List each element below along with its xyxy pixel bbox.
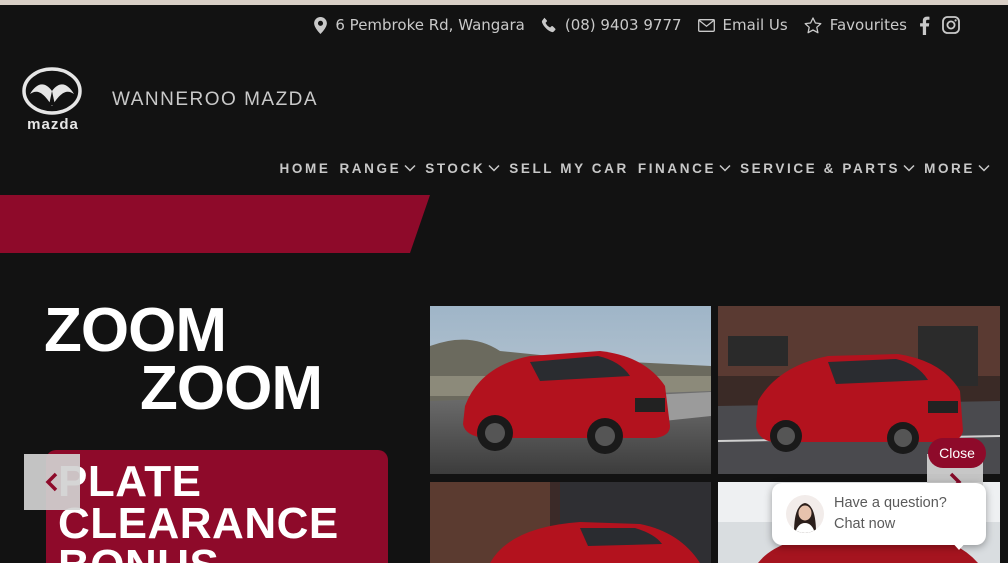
chat-widget[interactable]: Have a question? Chat now xyxy=(772,483,986,545)
nav-item-range[interactable]: RANGE xyxy=(339,158,416,178)
chevron-down-icon xyxy=(978,164,990,172)
hero-headline-line2: ZOOM xyxy=(140,354,323,423)
email-text: Email Us xyxy=(722,16,788,34)
nav-label: STOCK xyxy=(425,160,486,176)
hero-headline-line1: ZOOM xyxy=(44,296,227,365)
address-text: 6 Pembroke Rd, Wangara xyxy=(335,16,525,34)
phone-link[interactable]: (08) 9403 9777 xyxy=(541,16,682,34)
car-photo-image xyxy=(430,306,711,474)
nav-label: HOME xyxy=(279,160,331,176)
chat-prompt-line2: Chat now xyxy=(834,516,896,532)
promo-line2: CLEARANCE xyxy=(58,499,339,548)
nav-item-finance[interactable]: FINANCE xyxy=(638,158,731,178)
nav-label: FINANCE xyxy=(637,160,717,176)
hero-red-banner xyxy=(0,195,430,253)
chevron-down-icon xyxy=(404,164,416,172)
chat-prompt-line1: Have a question? xyxy=(834,495,947,511)
hero-photo-cx90 xyxy=(430,306,711,474)
nav-item-home[interactable]: HOME xyxy=(280,158,331,178)
promo-plate-card: PLATE CLEARANCE BONUS xyxy=(46,450,388,563)
instagram-icon xyxy=(942,16,960,34)
mazda-logo[interactable]: mazda xyxy=(16,66,90,136)
location-pin-icon xyxy=(314,16,328,34)
nav-label: RANGE xyxy=(339,160,402,176)
hero-photo-mazda3 xyxy=(430,482,711,563)
chat-bubble-tail xyxy=(950,540,968,550)
avatar-image xyxy=(786,495,824,533)
logo-wordmark: mazda xyxy=(27,116,79,133)
nav-label: SERVICE & PARTS xyxy=(740,160,901,176)
nav-item-stock[interactable]: STOCK xyxy=(425,158,500,178)
top-accent-strip xyxy=(0,0,1008,5)
main-nav: HOME RANGE STOCK SELL MY CAR FINANCE SER… xyxy=(271,158,990,178)
favourites-link[interactable]: Favourites xyxy=(804,16,907,34)
contact-bar: 6 Pembroke Rd, Wangara (08) 9403 9777 Em… xyxy=(298,12,960,38)
dealer-name[interactable]: WANNEROO MAZDA xyxy=(112,89,318,111)
chat-agent-avatar xyxy=(786,495,824,533)
promo-line3: BONUS xyxy=(58,544,219,563)
favourites-text: Favourites xyxy=(829,16,907,34)
address-link[interactable]: 6 Pembroke Rd, Wangara xyxy=(314,16,525,34)
chevron-down-icon xyxy=(488,164,500,172)
nav-item-service-parts[interactable]: SERVICE & PARTS xyxy=(740,158,915,178)
nav-item-sell-my-car[interactable]: SELL MY CAR xyxy=(509,158,629,178)
chevron-left-icon xyxy=(45,472,58,492)
nav-label: MORE xyxy=(924,160,975,176)
nav-item-more[interactable]: MORE xyxy=(924,158,990,178)
phone-text: (08) 9403 9777 xyxy=(564,16,682,34)
facebook-link[interactable] xyxy=(919,16,930,35)
chevron-down-icon xyxy=(719,164,731,172)
envelope-icon xyxy=(697,18,715,32)
chat-close-button[interactable]: Close xyxy=(928,438,986,468)
facebook-icon xyxy=(920,16,930,35)
carousel-prev-button[interactable] xyxy=(24,454,80,510)
email-link[interactable]: Email Us xyxy=(697,16,788,34)
nav-label: SELL MY CAR xyxy=(509,160,629,176)
chevron-down-icon xyxy=(903,164,915,172)
car-photo-image xyxy=(430,482,711,563)
star-icon xyxy=(804,16,822,33)
phone-icon xyxy=(541,17,556,33)
instagram-link[interactable] xyxy=(942,16,960,34)
